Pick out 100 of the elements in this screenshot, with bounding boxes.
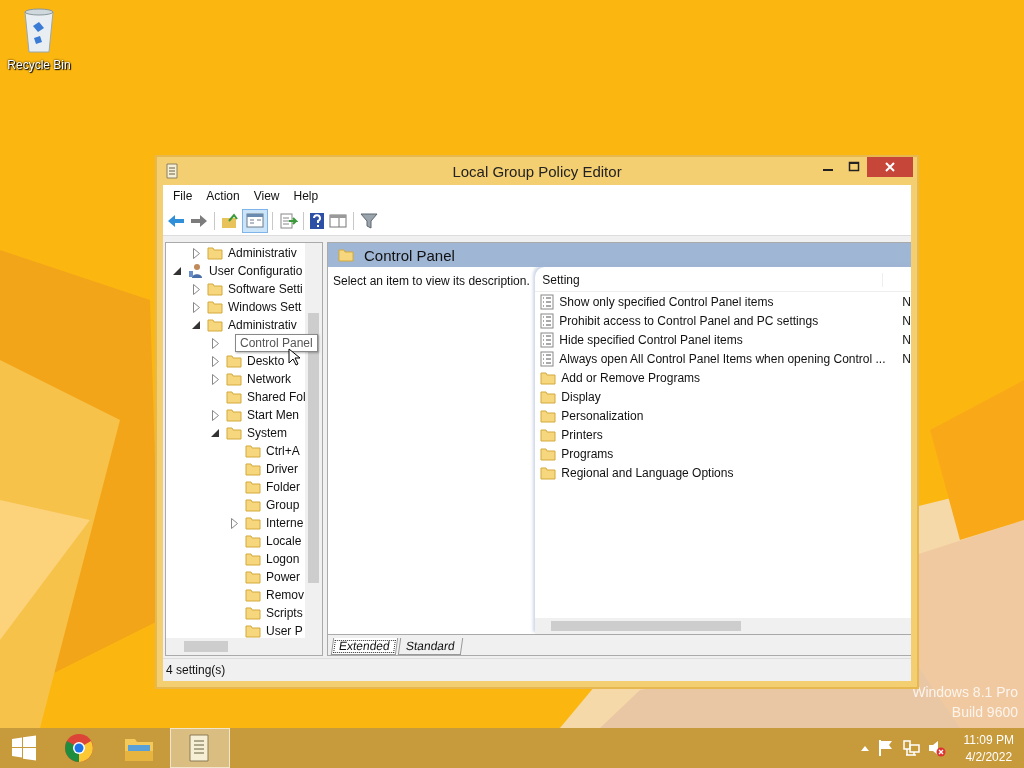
forward-arrow-icon[interactable] bbox=[189, 212, 209, 230]
list-item[interactable]: Prohibit access to Control Panel and PC settings bbox=[559, 313, 892, 328]
window-title: Local Group Policy Editor bbox=[452, 162, 622, 180]
folder-icon bbox=[540, 465, 557, 480]
folder-icon bbox=[245, 444, 261, 458]
folder-icon bbox=[540, 446, 557, 461]
list-item[interactable]: Personalization bbox=[561, 408, 894, 423]
menu-item[interactable]: Action bbox=[200, 189, 246, 203]
list-item[interactable]: Show only specified Control Panel items bbox=[559, 294, 892, 309]
tree-item[interactable]: Deskto bbox=[247, 354, 285, 368]
policy-setting-icon bbox=[540, 293, 555, 310]
watermark-text: Windows 8.1 Pro bbox=[912, 684, 1018, 700]
app-icon bbox=[165, 163, 179, 179]
tree-item[interactable]: System bbox=[247, 426, 287, 440]
folder-icon bbox=[245, 534, 261, 548]
horizontal-scrollbar[interactable] bbox=[535, 618, 911, 634]
policy-setting-icon bbox=[540, 350, 555, 367]
start-icon[interactable] bbox=[10, 734, 38, 762]
view-tab[interactable]: Standard bbox=[397, 638, 463, 655]
folder-icon bbox=[207, 300, 223, 314]
tree-item[interactable]: Scripts bbox=[266, 606, 303, 620]
collapsed-arrow-icon[interactable] bbox=[192, 301, 200, 313]
tree-item[interactable]: User P bbox=[266, 624, 303, 638]
help-icon[interactable] bbox=[309, 212, 325, 230]
expanded-arrow-icon[interactable] bbox=[211, 429, 219, 437]
browser-icon bbox=[64, 733, 94, 763]
horizontal-scrollbar[interactable] bbox=[166, 638, 322, 655]
tree-item[interactable]: Logon bbox=[266, 552, 300, 566]
folder-icon bbox=[540, 370, 557, 385]
table-cell: N bbox=[902, 294, 911, 309]
table-cell: N bbox=[902, 332, 911, 347]
tooltip: Control Panel bbox=[235, 334, 318, 352]
collapsed-arrow-icon[interactable] bbox=[211, 373, 219, 385]
filter-icon[interactable] bbox=[359, 212, 379, 230]
caret-icon[interactable] bbox=[859, 744, 870, 752]
collapsed-arrow-icon[interactable] bbox=[230, 517, 238, 529]
collapsed-arrow-icon[interactable] bbox=[211, 355, 219, 367]
collapsed-arrow-icon[interactable] bbox=[192, 283, 200, 295]
mouse-cursor-icon bbox=[288, 348, 300, 366]
folder-icon bbox=[245, 606, 261, 620]
menu-item[interactable]: View bbox=[247, 189, 286, 203]
folder-icon bbox=[226, 408, 242, 422]
folder-icon bbox=[245, 480, 261, 494]
folder-icon bbox=[226, 426, 242, 440]
tree-item[interactable]: Ctrl+A bbox=[266, 444, 300, 458]
view-tab[interactable]: Extended bbox=[330, 638, 398, 655]
menu-item[interactable]: File bbox=[167, 189, 199, 203]
tree-item[interactable]: Group bbox=[266, 498, 300, 512]
policy-setting-icon bbox=[540, 312, 555, 329]
description-text: Select an item to view its description. bbox=[333, 274, 530, 288]
folder-icon bbox=[540, 408, 557, 423]
collapsed-arrow-icon[interactable] bbox=[211, 337, 219, 349]
network-icon[interactable] bbox=[901, 739, 920, 757]
expanded-arrow-icon[interactable] bbox=[173, 267, 181, 275]
folder-icon bbox=[540, 389, 557, 404]
list-item[interactable]: Printers bbox=[561, 427, 894, 442]
folder-icon bbox=[207, 246, 223, 260]
tree-item[interactable]: Interne bbox=[266, 516, 304, 530]
section-title: Control Panel bbox=[364, 246, 455, 264]
tree-item[interactable]: Administrativ bbox=[228, 246, 297, 260]
folder-icon bbox=[245, 552, 261, 566]
tree-item[interactable]: Driver bbox=[266, 462, 298, 476]
list-item[interactable]: Hide specified Control Panel items bbox=[559, 332, 892, 347]
collapsed-arrow-icon[interactable] bbox=[192, 247, 200, 259]
list-item[interactable]: Regional and Language Options bbox=[561, 465, 894, 480]
column-header[interactable]: Setting bbox=[535, 273, 884, 287]
folder-icon bbox=[207, 318, 223, 332]
muted-speaker-icon[interactable] bbox=[927, 739, 946, 757]
list-item[interactable]: Add or Remove Programs bbox=[561, 370, 894, 385]
collapsed-arrow-icon[interactable] bbox=[211, 409, 219, 421]
tree-item[interactable]: Remov bbox=[266, 588, 304, 602]
flag-icon[interactable] bbox=[877, 739, 894, 757]
watermark-text: Build 9600 bbox=[951, 704, 1018, 720]
list-item[interactable]: Always open All Control Panel Items when opening Control ... bbox=[559, 351, 892, 366]
folder-icon bbox=[245, 498, 261, 512]
export-list-icon[interactable] bbox=[278, 212, 298, 230]
expanded-arrow-icon[interactable] bbox=[192, 321, 200, 329]
folder-icon bbox=[245, 462, 261, 476]
tree-item[interactable]: Folder bbox=[266, 480, 300, 494]
tree-item[interactable]: Software Setti bbox=[228, 282, 303, 296]
tree-item[interactable]: Locale bbox=[266, 534, 302, 548]
taskbar-button[interactable] bbox=[170, 728, 230, 768]
user-icon bbox=[188, 263, 204, 279]
tree-item[interactable]: Start Men bbox=[247, 408, 300, 422]
close-icon[interactable] bbox=[867, 157, 913, 177]
folder-icon bbox=[245, 516, 261, 530]
tree-item[interactable]: User Configuratio bbox=[209, 264, 303, 278]
tree-item[interactable]: Windows Sett bbox=[228, 300, 302, 314]
back-arrow-icon[interactable] bbox=[166, 212, 186, 230]
tree-item[interactable]: Shared Fol bbox=[247, 390, 306, 404]
folder-up-icon[interactable] bbox=[220, 212, 240, 230]
menu-item[interactable]: Help bbox=[287, 189, 325, 203]
tree-item[interactable]: Network bbox=[247, 372, 291, 386]
folder-icon bbox=[338, 248, 354, 262]
show-tree-icon[interactable] bbox=[243, 210, 267, 232]
tree-item[interactable]: Administrativ bbox=[228, 318, 297, 332]
list-item[interactable]: Display bbox=[561, 389, 894, 404]
tree-item[interactable]: Power bbox=[266, 570, 300, 584]
folder-icon bbox=[245, 588, 261, 602]
list-item[interactable]: Programs bbox=[561, 446, 894, 461]
